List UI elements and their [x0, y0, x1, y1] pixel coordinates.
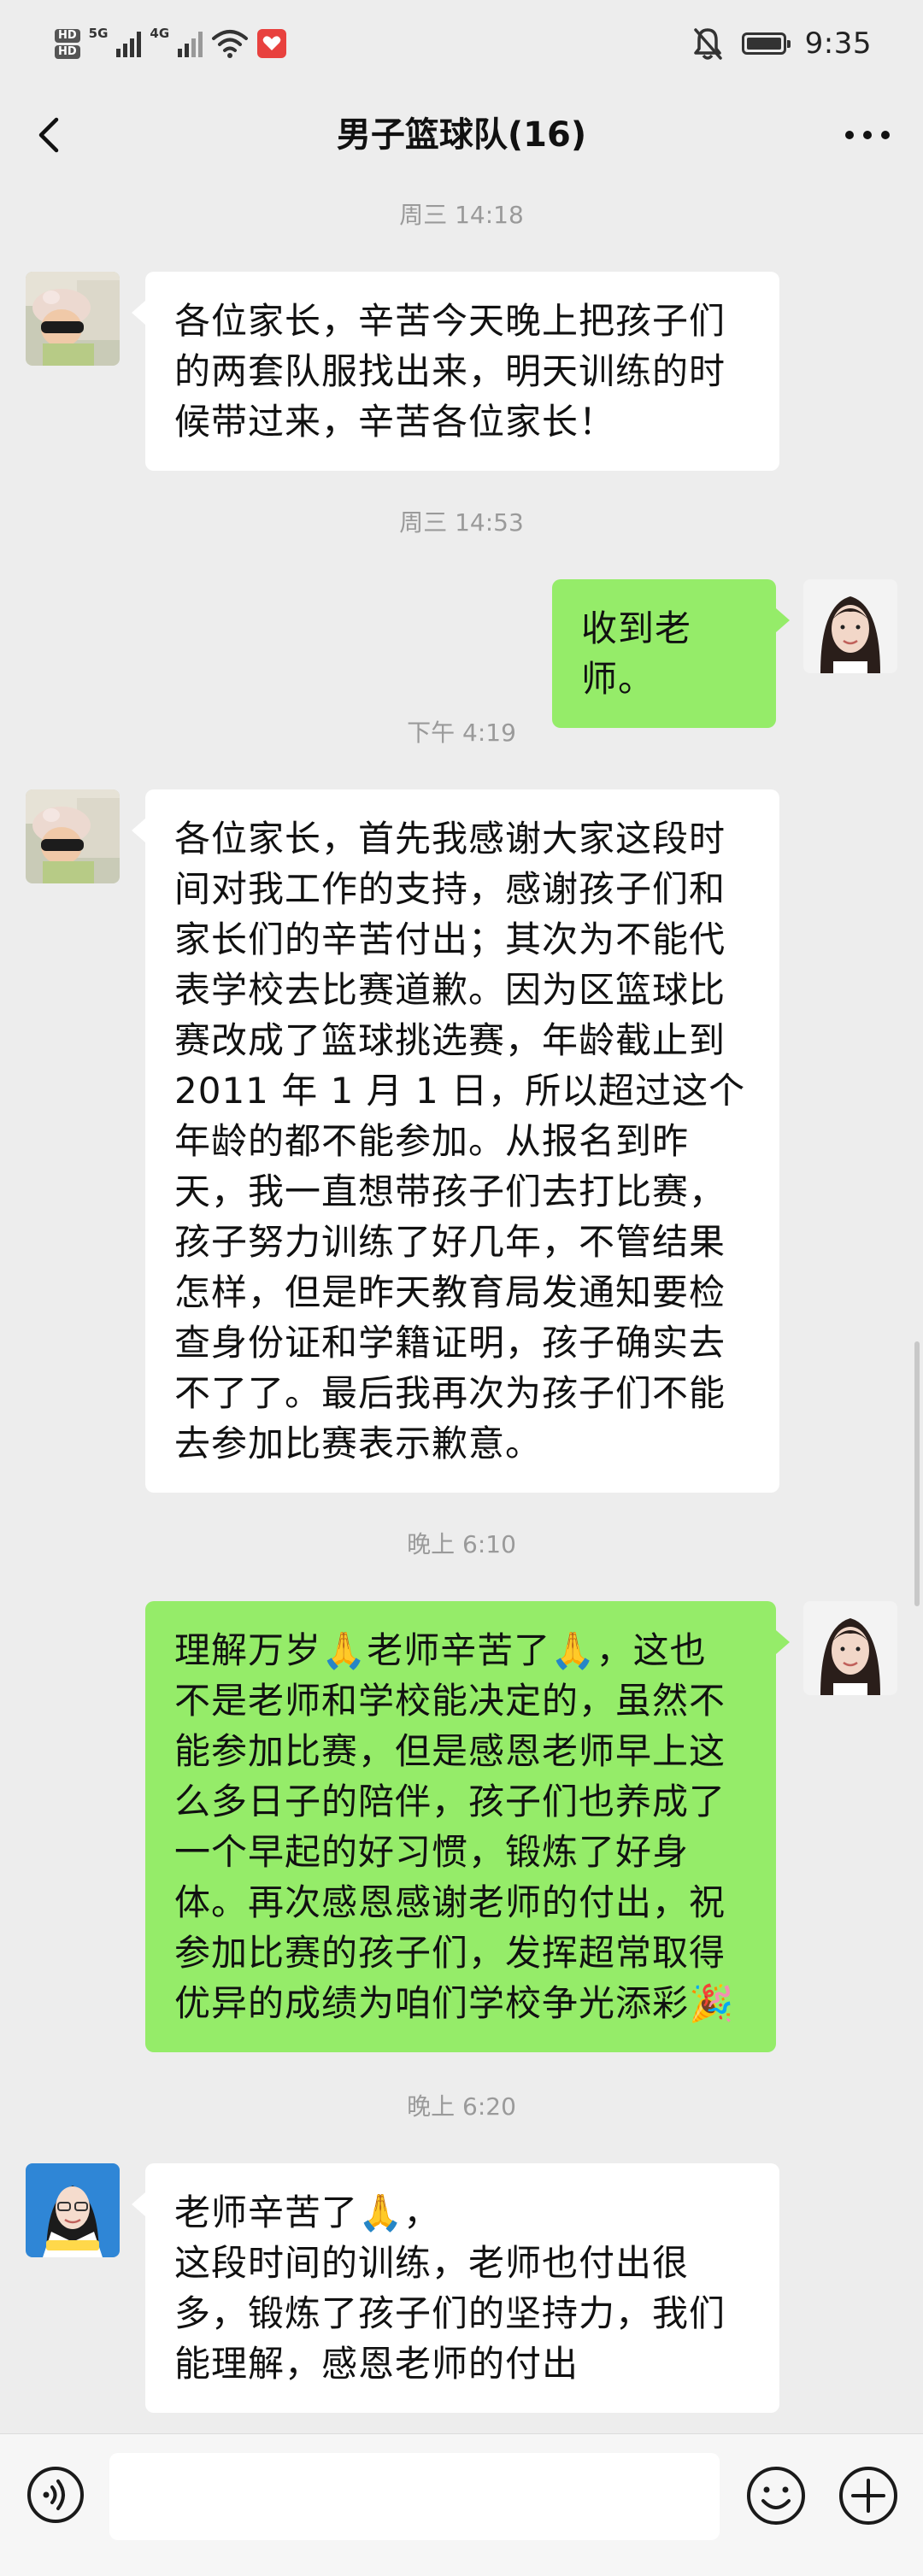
hd-label-1: HD	[55, 28, 80, 43]
timestamp-label: 周三 14:18	[399, 201, 524, 229]
status-bar: HD HD 5G 4G 9:35	[0, 0, 923, 89]
woman-avatar[interactable]	[803, 1601, 897, 1695]
message-bubble-outgoing[interactable]: 收到老师。	[552, 579, 790, 728]
plus-icon[interactable]	[838, 2465, 899, 2526]
network-5g-label: 5G	[88, 26, 109, 41]
scrollbar[interactable]	[914, 1341, 920, 1606]
woman-doctor-avatar[interactable]	[26, 2163, 120, 2257]
clock: 9:35	[804, 26, 872, 61]
woman-avatar[interactable]	[803, 579, 897, 673]
hd-icon: HD HD	[55, 28, 80, 59]
emoji-icon[interactable]	[745, 2465, 807, 2526]
input-bar	[0, 2433, 923, 2576]
message-bubble-incoming[interactable]: 各位家长，辛苦今天晚上把孩子们 的两套队服找出来，明天训练的时 候带过来，辛苦各…	[132, 272, 779, 471]
timestamp-label: 晚上 6:10	[407, 1530, 516, 1558]
wifi-icon	[212, 30, 249, 58]
mute-bell-icon	[693, 28, 722, 60]
message-bubble-incoming[interactable]: 各位家长，首先我感谢大家这段时 间对我工作的支持，感谢孩子们和 家长们的辛苦付出…	[132, 789, 779, 1493]
child-avatar[interactable]	[26, 789, 120, 883]
hd-label-2: HD	[55, 44, 80, 59]
child-avatar[interactable]	[26, 272, 120, 366]
message-bubble-incoming[interactable]: 老师辛苦了🙏， 这段时间的训练，老师也付出很 多，锻炼了孩子们的坚持力，我们 能…	[132, 2163, 779, 2413]
more-dots-icon[interactable]	[838, 109, 897, 161]
message-input[interactable]	[109, 2453, 720, 2540]
status-bar-left: HD HD 5G 4G	[55, 22, 287, 65]
app-notification-icon	[257, 29, 287, 58]
timestamp-label: 周三 14:53	[399, 508, 524, 537]
network-4g-label: 4G	[150, 26, 170, 41]
battery-icon	[741, 32, 791, 55]
chat-title: 男子篮球队(16)	[336, 115, 587, 155]
signal-5g-icon	[116, 30, 142, 57]
timestamp-label: 下午 4:19	[407, 719, 516, 747]
chat-header: 男子篮球队(16)	[0, 89, 923, 181]
signal-4g-icon	[178, 30, 203, 57]
timestamp-label: 晚上 6:20	[407, 2092, 516, 2121]
status-bar-right: 9:35	[692, 22, 872, 65]
voice-icon[interactable]	[26, 2465, 85, 2525]
message-bubble-outgoing[interactable]: 理解万岁🙏老师辛苦了🙏，这也 不是老师和学校能决定的，虽然不 能参加比赛，但是感…	[145, 1601, 790, 2052]
